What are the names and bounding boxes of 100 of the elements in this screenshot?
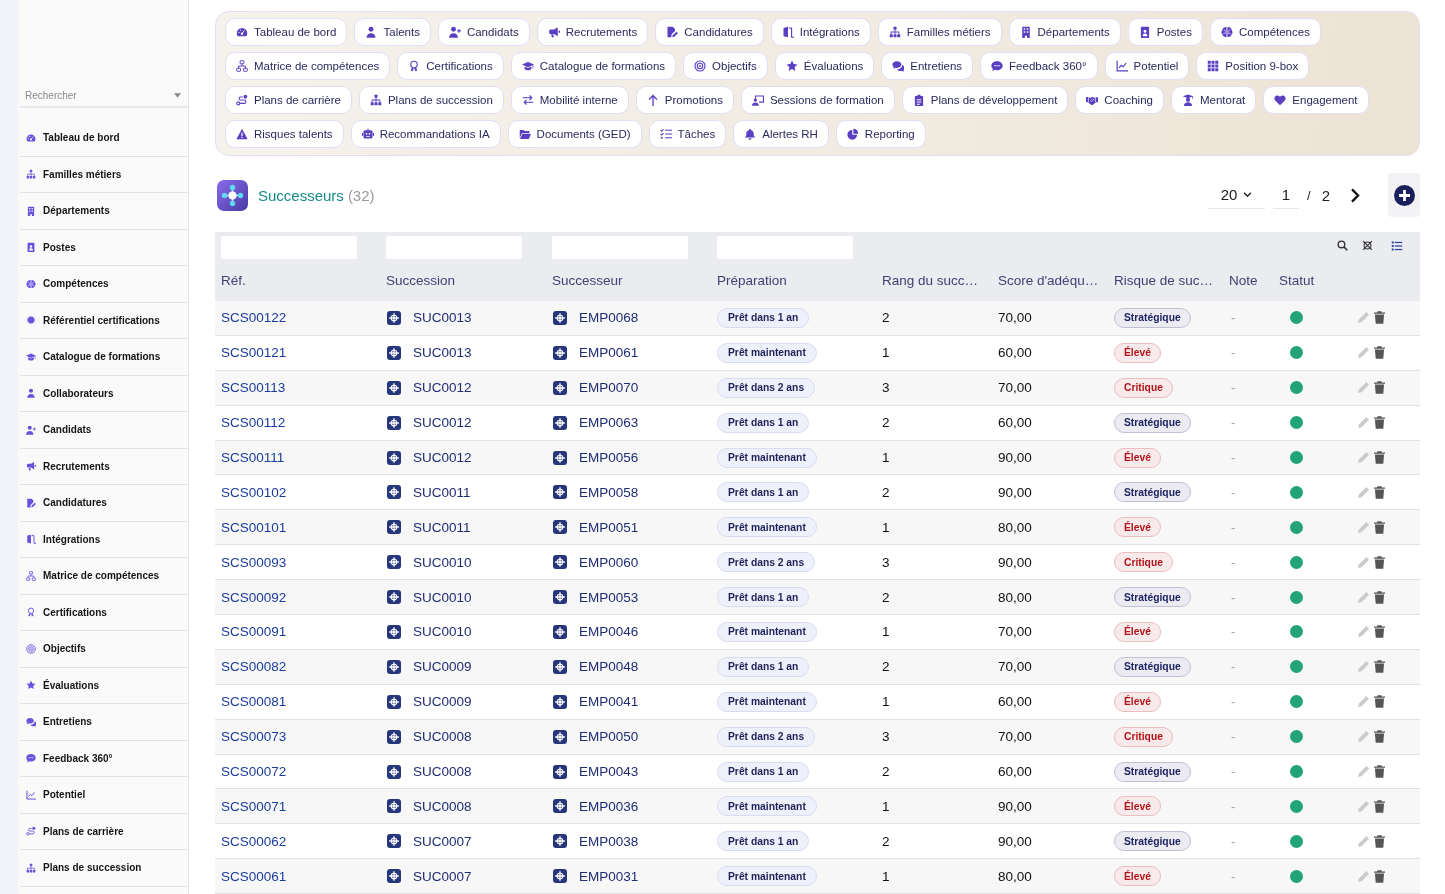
- add-button[interactable]: [1388, 173, 1420, 217]
- successor-link[interactable]: EMP0048: [579, 659, 639, 675]
- sidebar-item[interactable]: Tableau de bord: [20, 120, 188, 157]
- trash-icon[interactable]: [1374, 799, 1385, 813]
- nav-tab[interactable]: Entretiens: [881, 52, 974, 80]
- search-icon[interactable]: [1337, 240, 1348, 251]
- successor-link[interactable]: EMP0036: [579, 798, 639, 814]
- succession-link[interactable]: SUC0010: [413, 589, 472, 605]
- nav-tab[interactable]: Plans de développement: [901, 86, 1069, 114]
- sidebar-item[interactable]: Référentiel certifications: [20, 302, 188, 339]
- column-header[interactable]: Score d'adéqu…: [998, 273, 1099, 288]
- reference-link[interactable]: SCS00112: [221, 415, 286, 431]
- nav-tab[interactable]: Coaching: [1075, 86, 1164, 114]
- successor-link[interactable]: EMP0061: [579, 345, 639, 361]
- successor-link[interactable]: EMP0043: [579, 764, 639, 779]
- successor-link[interactable]: EMP0060: [579, 554, 639, 570]
- caret-down-icon[interactable]: [174, 92, 181, 98]
- sidebar-item[interactable]: Recrutements: [20, 448, 188, 485]
- column-header[interactable]: Note: [1229, 273, 1258, 288]
- trash-icon[interactable]: [1374, 311, 1385, 325]
- trash-icon[interactable]: [1374, 416, 1385, 430]
- sidebar-item[interactable]: Familles métiers: [20, 156, 188, 193]
- sidebar-item[interactable]: Plans de succession: [20, 850, 188, 887]
- nav-tab[interactable]: Départements: [1008, 18, 1121, 46]
- succession-link[interactable]: SUC0007: [413, 833, 472, 849]
- nav-tab[interactable]: Candidatures: [655, 18, 764, 46]
- trash-icon[interactable]: [1374, 520, 1385, 534]
- sidebar-item[interactable]: Certifications: [20, 594, 188, 631]
- successor-link[interactable]: EMP0038: [579, 833, 639, 849]
- trash-icon[interactable]: [1374, 590, 1385, 604]
- column-header[interactable]: Succession: [386, 273, 456, 288]
- succession-link[interactable]: SUC0008: [413, 729, 472, 745]
- nav-tab[interactable]: Mentorat: [1170, 86, 1257, 114]
- succession-link[interactable]: SUC0010: [413, 624, 472, 640]
- succession-link[interactable]: SUC0007: [413, 868, 472, 884]
- reference-link[interactable]: SCS00091: [221, 624, 287, 640]
- nav-tab[interactable]: Évaluations: [774, 52, 875, 80]
- succession-link[interactable]: SUC0012: [413, 415, 472, 431]
- succession-link[interactable]: SUC0011: [413, 484, 471, 500]
- succession-link[interactable]: SUC0008: [413, 798, 472, 814]
- reference-link[interactable]: SCS00092: [221, 589, 287, 605]
- succession-link[interactable]: SUC0010: [413, 554, 472, 570]
- successor-link[interactable]: EMP0068: [579, 310, 639, 326]
- trash-icon[interactable]: [1374, 625, 1385, 639]
- reference-link[interactable]: SCS00073: [221, 729, 287, 745]
- sidebar-item[interactable]: Feedback 360°: [20, 740, 188, 777]
- nav-tab[interactable]: Risques talents: [225, 120, 344, 148]
- successor-link[interactable]: EMP0031: [579, 868, 639, 884]
- nav-tab[interactable]: Recommandations IA: [350, 120, 501, 148]
- nav-tab[interactable]: Certifications: [397, 52, 504, 80]
- successor-link[interactable]: EMP0046: [579, 624, 639, 640]
- sidebar-item[interactable]: Matrice de compétences: [20, 558, 188, 595]
- trash-icon[interactable]: [1374, 381, 1385, 395]
- trash-icon[interactable]: [1374, 730, 1385, 744]
- succession-link[interactable]: SUC0008: [413, 764, 472, 779]
- nav-tab[interactable]: Postes: [1127, 18, 1203, 46]
- list-icon[interactable]: [1391, 239, 1403, 252]
- trash-icon[interactable]: [1374, 451, 1385, 464]
- sidebar-item[interactable]: Plans de carrière: [20, 813, 188, 850]
- nav-tab[interactable]: Promotions: [635, 86, 734, 114]
- reference-link[interactable]: SCS00082: [221, 659, 287, 675]
- nav-tab[interactable]: Potentiel: [1104, 52, 1190, 80]
- nav-tab[interactable]: Compétences: [1209, 18, 1321, 46]
- sidebar-item[interactable]: Catalogue de formations: [20, 339, 188, 376]
- sidebar-item[interactable]: Collaborateurs: [20, 375, 188, 412]
- successor-link[interactable]: EMP0063: [579, 415, 639, 431]
- successor-link[interactable]: EMP0056: [579, 450, 639, 465]
- successor-link[interactable]: EMP0070: [579, 380, 639, 396]
- nav-tab[interactable]: Plans de carrière: [225, 86, 352, 114]
- sidebar-item[interactable]: Évaluations: [20, 667, 188, 704]
- reference-link[interactable]: SCS00061: [221, 868, 287, 884]
- column-header[interactable]: Statut: [1279, 273, 1315, 288]
- search-field[interactable]: Rechercher: [25, 85, 174, 105]
- nav-tab[interactable]: Catalogue de formations: [510, 52, 677, 80]
- sidebar-item[interactable]: Candidats: [20, 412, 188, 449]
- trash-icon[interactable]: [1374, 695, 1385, 709]
- crossed-circle-icon[interactable]: [1362, 240, 1373, 251]
- column-header[interactable]: Successeur: [552, 273, 623, 288]
- trash-icon[interactable]: [1374, 765, 1385, 778]
- trash-icon[interactable]: [1374, 485, 1385, 499]
- nav-tab[interactable]: Reporting: [835, 120, 926, 148]
- trash-icon[interactable]: [1374, 555, 1385, 569]
- nav-tab[interactable]: Intégrations: [770, 18, 871, 46]
- sidebar-item[interactable]: Entretiens: [20, 704, 188, 741]
- nav-tab[interactable]: Recrutements: [536, 18, 649, 46]
- successor-link[interactable]: EMP0053: [579, 589, 639, 605]
- sidebar-item[interactable]: Intégrations: [20, 521, 188, 558]
- reference-link[interactable]: SCS00111: [221, 450, 285, 465]
- column-header[interactable]: Risque de suc…: [1114, 273, 1214, 288]
- reference-link[interactable]: SCS00072: [221, 764, 287, 779]
- reference-link[interactable]: SCS00101: [221, 519, 287, 535]
- reference-link[interactable]: SCS00121: [221, 345, 287, 361]
- reference-link[interactable]: SCS00081: [221, 694, 287, 710]
- succession-link[interactable]: SUC0011: [413, 519, 471, 535]
- nav-tab[interactable]: Alertes RH: [733, 120, 829, 148]
- nav-tab[interactable]: Candidats: [437, 18, 530, 46]
- reference-link[interactable]: SCS00093: [221, 554, 287, 570]
- succession-link[interactable]: SUC0009: [413, 694, 472, 710]
- nav-tab[interactable]: Familles métiers: [877, 18, 1002, 46]
- successor-link[interactable]: EMP0051: [579, 519, 639, 535]
